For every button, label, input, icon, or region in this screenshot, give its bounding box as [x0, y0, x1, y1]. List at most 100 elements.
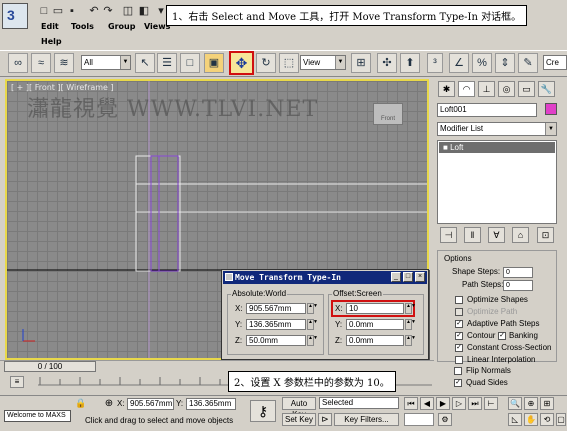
- menu-group[interactable]: Group: [108, 22, 135, 31]
- motion-tab-icon[interactable]: ◎: [498, 81, 515, 97]
- flip-normals-checkbox[interactable]: [454, 367, 462, 375]
- status-y-field[interactable]: 136.365mm: [186, 398, 236, 410]
- offset-z-field[interactable]: 0.0mm: [346, 335, 404, 346]
- maxscript-listener[interactable]: Welcome to MAXS: [4, 410, 71, 422]
- spinner-snap-icon[interactable]: ⇕: [495, 53, 515, 73]
- offset-z-spinner-icon[interactable]: ▲▼: [405, 335, 416, 346]
- configure-modifier-sets-icon[interactable]: ⊡: [537, 227, 554, 243]
- utilities-tab-icon[interactable]: 🔧: [538, 81, 555, 97]
- selection-region-icon[interactable]: □: [180, 53, 200, 73]
- modifier-list-select[interactable]: Modifier List ▼: [437, 122, 557, 136]
- auto-key-button[interactable]: Auto Key: [282, 397, 316, 419]
- create-tab-icon[interactable]: ✱: [438, 81, 455, 97]
- constant-cross-section-checkbox[interactable]: ✓: [455, 344, 463, 352]
- app-logo-icon[interactable]: 3: [2, 3, 28, 29]
- lock-selection-icon[interactable]: 🔒: [75, 398, 87, 410]
- selection-filter-select[interactable]: All ▼: [81, 55, 131, 70]
- key-filters-button[interactable]: Key Filters...: [334, 413, 399, 426]
- abs-x-field[interactable]: 905.567mm: [246, 303, 306, 314]
- unlink-icon[interactable]: ≈: [31, 53, 51, 73]
- abs-y-field[interactable]: 136.365mm: [246, 319, 306, 330]
- banking-checkbox[interactable]: ✓: [498, 332, 506, 340]
- go-to-end-icon[interactable]: ⏭: [468, 397, 482, 410]
- status-x-field[interactable]: 905.567mm: [127, 398, 174, 410]
- new-file-icon[interactable]: □: [38, 5, 50, 17]
- object-name-field[interactable]: Loft001: [437, 103, 537, 117]
- time-slider[interactable]: 0 / 100: [4, 361, 96, 372]
- abs-z-field[interactable]: 50.0mm: [246, 335, 306, 346]
- make-unique-icon[interactable]: ∀: [488, 227, 505, 243]
- bind-spacewarp-icon[interactable]: ≋: [54, 53, 74, 73]
- mini-curve-editor-icon[interactable]: ≡: [10, 376, 24, 388]
- contour-checkbox[interactable]: ✓: [455, 332, 463, 340]
- modify-tab-icon[interactable]: ◠: [458, 81, 475, 97]
- remove-modifier-icon[interactable]: ⌂: [512, 227, 529, 243]
- offset-y-spinner-icon[interactable]: ▲▼: [405, 319, 416, 330]
- hold-icon[interactable]: ◫: [122, 5, 134, 17]
- select-link-icon[interactable]: ∞: [8, 53, 28, 73]
- open-file-icon[interactable]: ▭: [52, 5, 64, 17]
- pin-stack-icon[interactable]: ⊣: [440, 227, 457, 243]
- adaptive-path-steps-checkbox[interactable]: ✓: [455, 320, 463, 328]
- fetch-icon[interactable]: ◧: [138, 5, 150, 17]
- select-manipulate-icon[interactable]: ✣: [377, 53, 397, 73]
- select-and-rotate-icon[interactable]: ↻: [256, 53, 276, 73]
- hierarchy-tab-icon[interactable]: ⊥: [478, 81, 495, 97]
- stack-item-loft[interactable]: ■ Loft: [439, 142, 555, 153]
- angle-snap-icon[interactable]: ∠: [449, 53, 469, 73]
- key-filter-toggle-icon[interactable]: ⊳: [318, 413, 332, 426]
- select-object-icon[interactable]: ↖: [135, 53, 155, 73]
- set-key-mode-icon[interactable]: ⚷: [250, 400, 276, 422]
- menu-help[interactable]: Help: [41, 37, 62, 46]
- zoom-icon[interactable]: 🔍: [508, 397, 522, 410]
- field-of-view-icon[interactable]: ◺: [508, 413, 522, 426]
- next-frame-icon[interactable]: ▷: [452, 397, 466, 410]
- abs-x-spinner-icon[interactable]: ▲▼: [307, 303, 318, 314]
- zoom-all-icon[interactable]: ⊕: [524, 397, 538, 410]
- select-and-move-button[interactable]: ✥: [229, 51, 254, 75]
- rollout-title[interactable]: Options: [444, 254, 472, 263]
- modifier-stack[interactable]: ■ Loft: [437, 140, 557, 224]
- redo-icon[interactable]: ↷: [102, 5, 114, 17]
- path-steps-field[interactable]: 0: [503, 280, 533, 291]
- maximize-viewport-icon[interactable]: ▢: [556, 413, 566, 426]
- optimize-shapes-checkbox[interactable]: [455, 296, 463, 304]
- menu-tools[interactable]: Tools: [71, 22, 94, 31]
- absolute-mode-icon[interactable]: ⊕: [103, 398, 115, 410]
- select-and-scale-icon[interactable]: ⬚: [279, 53, 299, 73]
- menu-edit[interactable]: Edit: [41, 22, 59, 31]
- window-crossing-icon[interactable]: ▣: [204, 53, 224, 73]
- current-frame-field[interactable]: [404, 413, 434, 426]
- play-icon[interactable]: ▶: [436, 397, 450, 410]
- maximize-button[interactable]: □: [403, 272, 413, 282]
- go-to-start-icon[interactable]: ⏮: [404, 397, 418, 410]
- time-config-icon[interactable]: ⚙: [438, 413, 452, 426]
- pan-view-icon[interactable]: ✋: [524, 413, 538, 426]
- orbit-icon[interactable]: ⟲: [540, 413, 554, 426]
- abs-z-spinner-icon[interactable]: ▲▼: [307, 335, 318, 346]
- quad-sides-checkbox[interactable]: ✓: [454, 379, 462, 387]
- minimize-button[interactable]: _: [391, 272, 401, 282]
- close-button[interactable]: ×: [415, 272, 425, 282]
- key-mode-toggle-icon[interactable]: ⊢: [484, 397, 498, 410]
- save-icon[interactable]: ▪: [66, 5, 78, 17]
- edit-named-selection-icon[interactable]: ✎: [518, 53, 538, 73]
- select-by-name-icon[interactable]: ☰: [157, 53, 177, 73]
- key-mode-select[interactable]: Selected: [319, 397, 399, 409]
- offset-y-field[interactable]: 0.0mm: [346, 319, 404, 330]
- offset-x-spinner-icon[interactable]: ▲▼: [405, 303, 416, 314]
- optimize-path-checkbox[interactable]: [455, 308, 463, 316]
- reference-coordinate-select[interactable]: View ▼: [300, 55, 346, 70]
- abs-y-spinner-icon[interactable]: ▲▼: [307, 319, 318, 330]
- display-tab-icon[interactable]: ▭: [518, 81, 535, 97]
- shape-steps-field[interactable]: 0: [503, 267, 533, 278]
- set-key-button[interactable]: Set Key: [282, 413, 316, 426]
- object-color-swatch[interactable]: [545, 103, 557, 115]
- show-end-result-icon[interactable]: ‖: [464, 227, 481, 243]
- named-selection-set-field[interactable]: Cre: [543, 55, 567, 70]
- previous-frame-icon[interactable]: ◀: [420, 397, 434, 410]
- keyboard-shortcut-override-icon[interactable]: ⬆: [400, 53, 420, 73]
- percent-snap-icon[interactable]: %: [472, 53, 492, 73]
- linear-interpolation-checkbox[interactable]: [455, 356, 463, 364]
- move-transform-type-in-dialog[interactable]: Move Transform Type-In _ □ × Absolute:Wo…: [221, 269, 429, 360]
